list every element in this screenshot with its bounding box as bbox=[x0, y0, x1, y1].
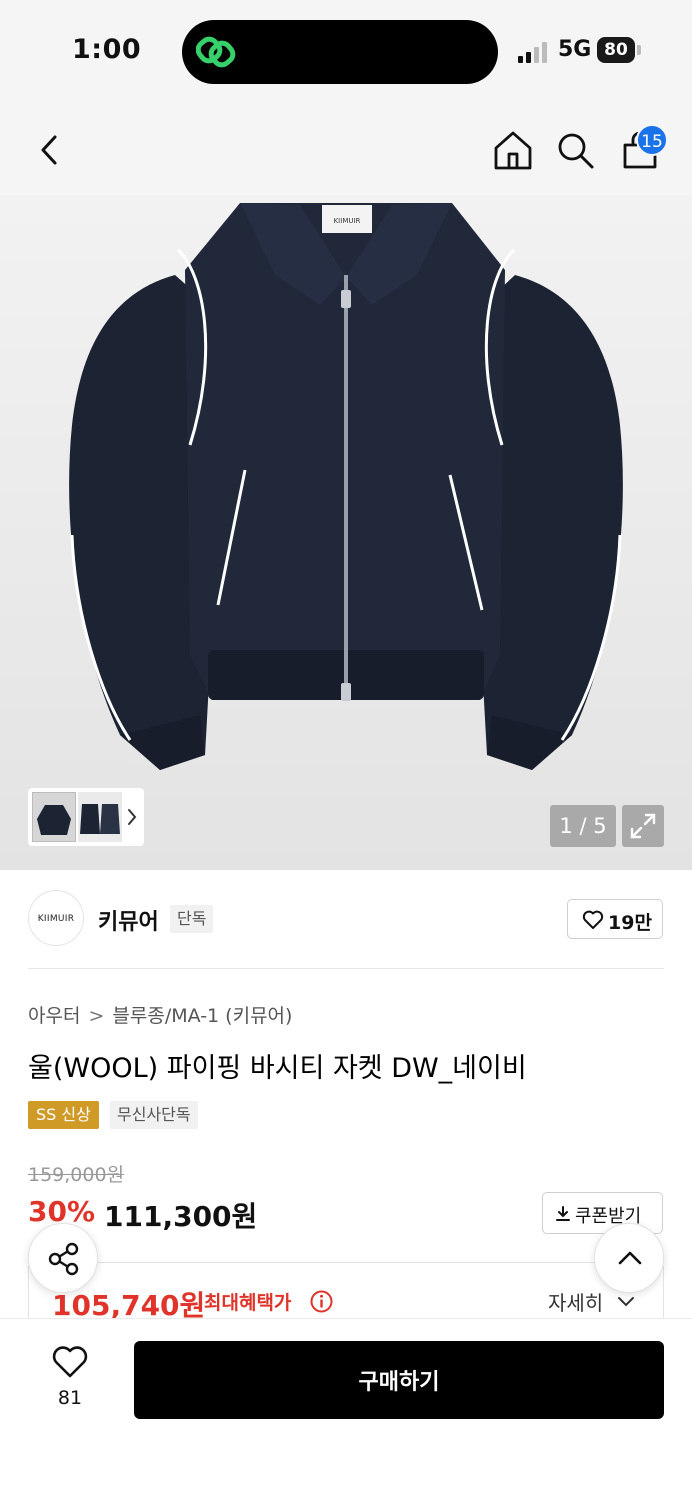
product-image[interactable]: KIIMUIR bbox=[0, 195, 692, 870]
signal-icon bbox=[518, 42, 547, 63]
expand-button[interactable] bbox=[622, 805, 664, 847]
chevron-left-icon[interactable] bbox=[27, 127, 73, 173]
expand-icon bbox=[630, 813, 656, 839]
chevron-right-icon[interactable] bbox=[124, 802, 140, 832]
thumbnail-1[interactable] bbox=[32, 792, 76, 842]
chevron-down-icon[interactable] bbox=[616, 1295, 636, 1309]
brand-exclusive-tag: 단독 bbox=[170, 905, 214, 933]
sale-price: 111,300원 bbox=[104, 1200, 258, 1233]
battery-cap bbox=[637, 45, 641, 55]
download-icon bbox=[556, 1206, 570, 1221]
breadcrumb-chevron-icon: > bbox=[88, 1005, 105, 1027]
thumbnail-2[interactable] bbox=[78, 792, 122, 842]
original-price: 159,000원 bbox=[28, 1164, 125, 1186]
breadcrumb-category[interactable]: 아우터 bbox=[28, 1005, 80, 1027]
search-icon[interactable] bbox=[552, 127, 598, 173]
divider bbox=[28, 968, 664, 969]
network-type: 5G bbox=[558, 37, 592, 62]
benefit-detail-link[interactable]: 자세히 bbox=[548, 1287, 603, 1316]
thumbnail-jackets-icon bbox=[80, 804, 120, 834]
share-button[interactable] bbox=[28, 1223, 98, 1293]
top-nav-bar bbox=[0, 105, 692, 195]
image-page-counter: 1 / 5 bbox=[550, 805, 616, 847]
home-icon[interactable] bbox=[490, 127, 536, 173]
heart-icon bbox=[582, 910, 604, 929]
share-icon bbox=[48, 1242, 79, 1276]
max-benefit-label: 최대혜택가 bbox=[204, 1292, 292, 1314]
thumbnail-jacket-icon bbox=[37, 805, 71, 835]
dynamic-island bbox=[182, 20, 498, 84]
scroll-top-button[interactable] bbox=[594, 1223, 664, 1293]
cart-count-badge: 15 bbox=[636, 124, 668, 156]
jacket-label-text: KIIMUIR bbox=[334, 217, 361, 225]
info-icon[interactable] bbox=[310, 1290, 333, 1313]
breadcrumb: 아우터 > 블루종/MA-1 (키뮤어) bbox=[28, 1001, 292, 1028]
brand-name[interactable]: 키뮤어 bbox=[98, 904, 159, 936]
status-bar: 1:00 5G 80 bbox=[0, 0, 692, 105]
heart-icon[interactable] bbox=[50, 1344, 90, 1380]
thumbnail-strip[interactable] bbox=[28, 788, 144, 846]
status-time: 1:00 bbox=[72, 34, 142, 65]
link-app-icon bbox=[196, 36, 236, 68]
brand-logo[interactable]: KIIMUIR bbox=[28, 890, 84, 946]
brand-like-count: 19만 bbox=[608, 912, 652, 934]
breadcrumb-subcategory[interactable]: 블루종/MA-1 (키뮤어) bbox=[112, 1005, 292, 1027]
wish-count: 81 bbox=[57, 1387, 83, 1409]
buy-button[interactable]: 구매하기 bbox=[134, 1341, 664, 1419]
battery-icon: 80 bbox=[597, 37, 635, 63]
product-title: 울(WOOL) 파이핑 바시티 자켓 DW_네이비 bbox=[28, 1053, 527, 1084]
chevron-up-icon bbox=[618, 1251, 642, 1265]
new-season-badge: SS 신상 bbox=[28, 1101, 99, 1129]
jacket-illustration: KIIMUIR bbox=[69, 203, 623, 770]
brand-like-button[interactable]: 19만 bbox=[567, 899, 663, 939]
exclusive-badge: 무신사단독 bbox=[110, 1101, 198, 1129]
